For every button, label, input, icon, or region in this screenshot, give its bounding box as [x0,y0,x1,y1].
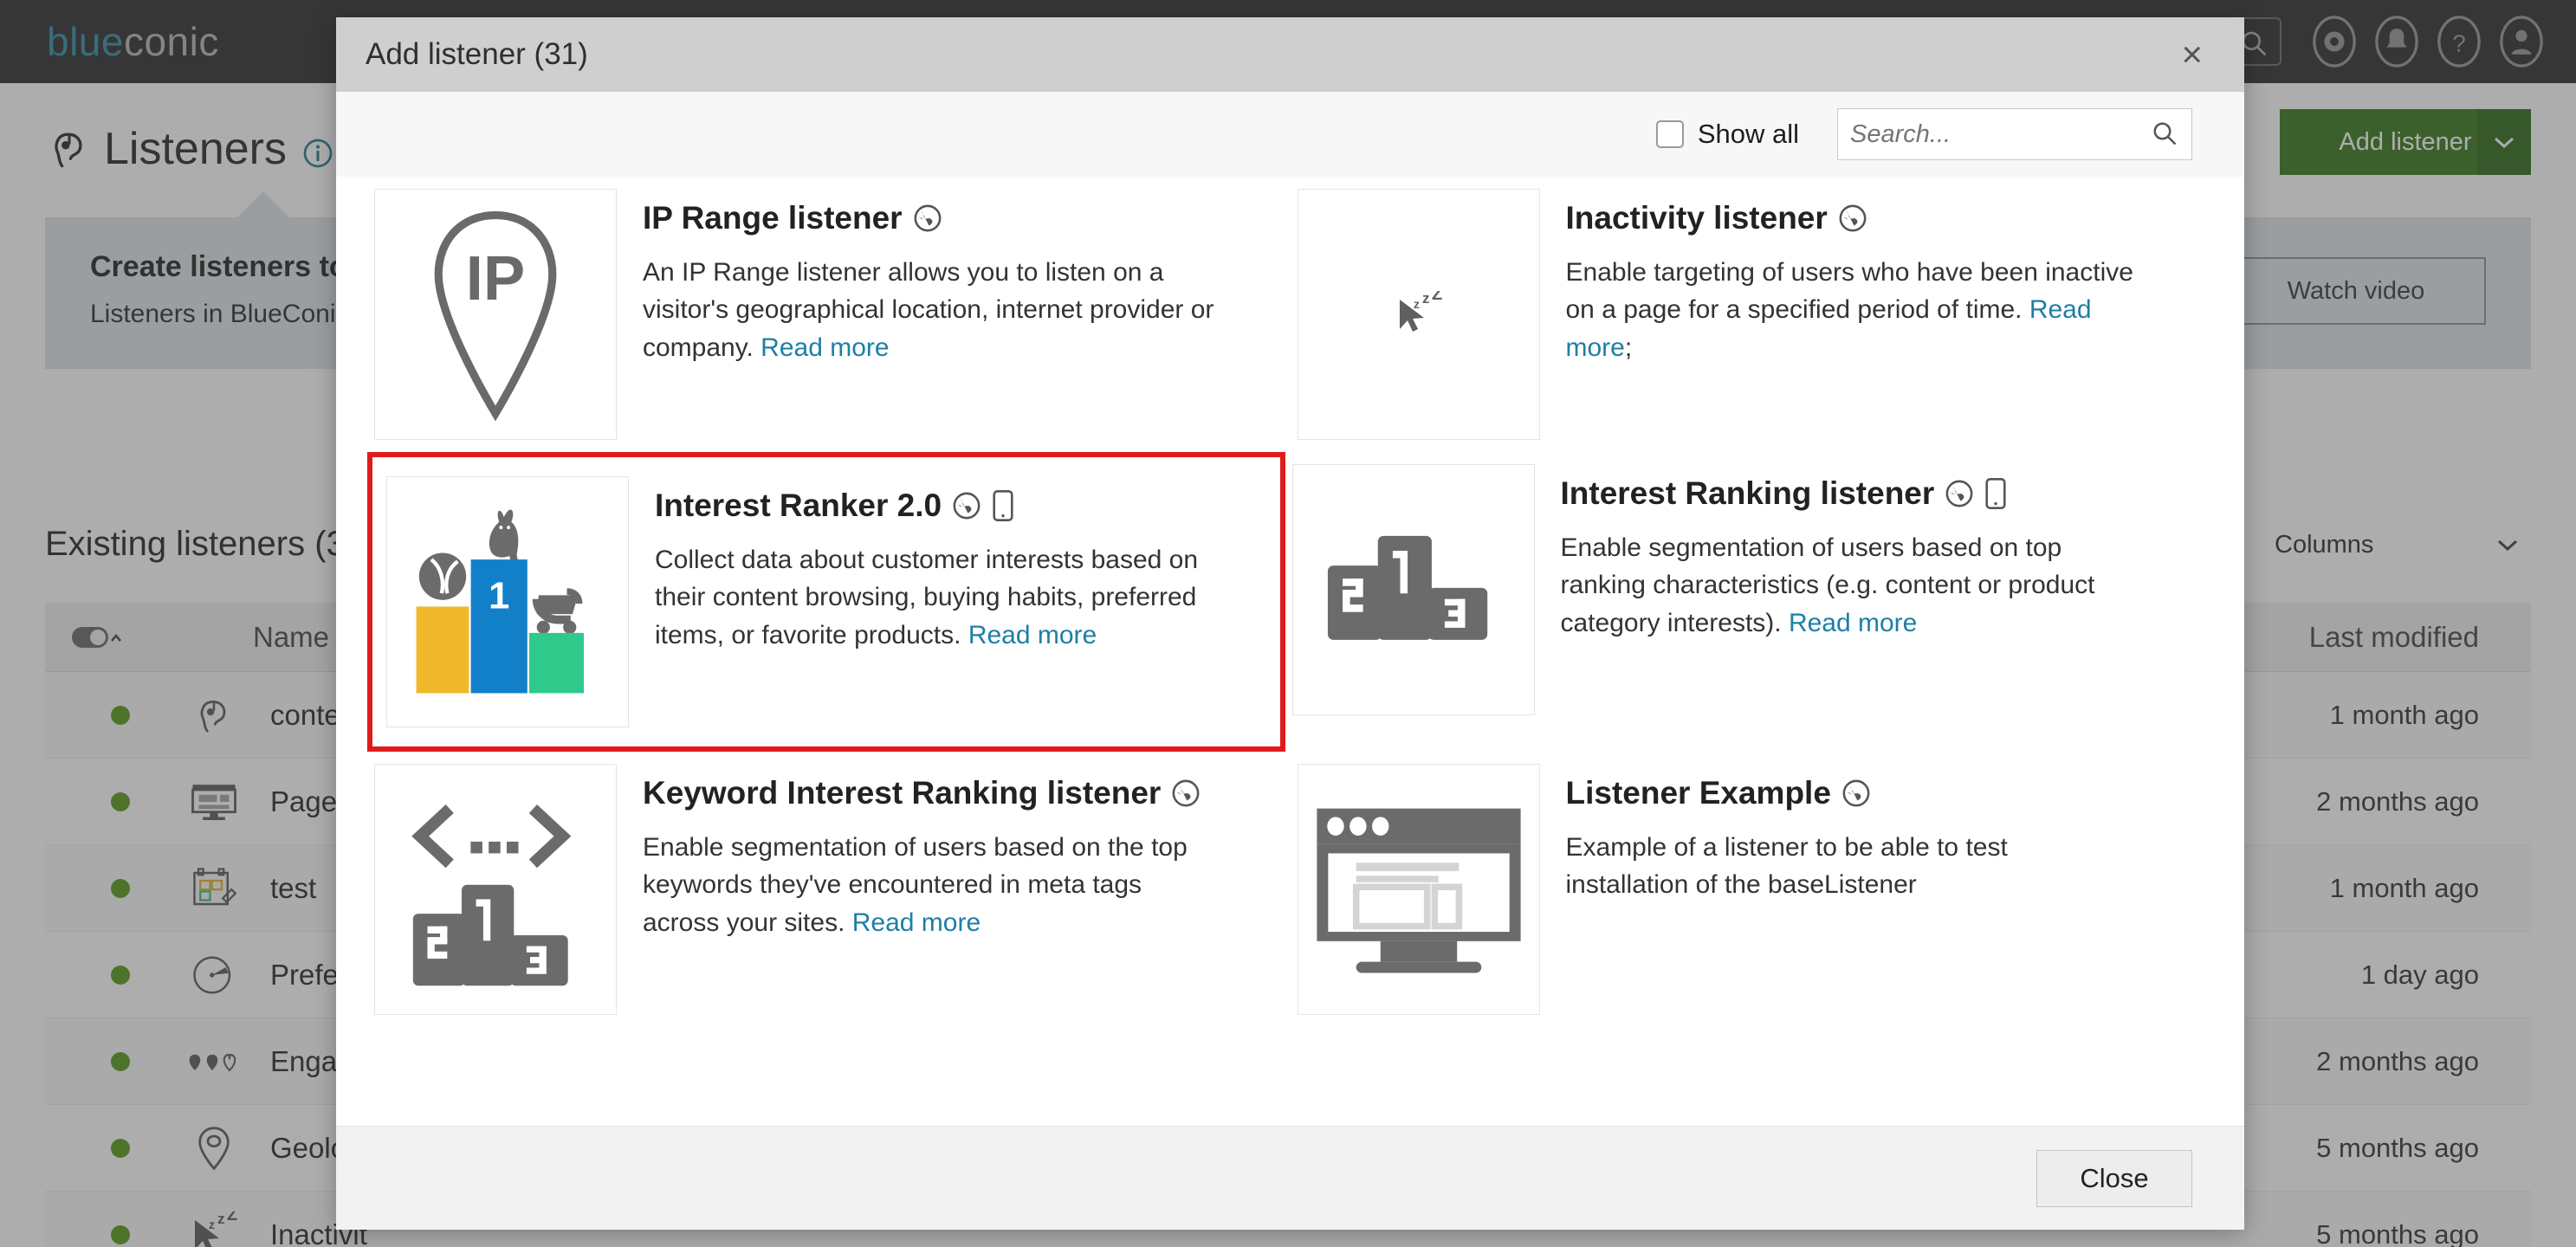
modal-title: Add listener (31) [366,37,588,71]
globe-icon [914,204,941,232]
listener-description: An IP Range listener allows you to liste… [643,257,1214,362]
listener-thumbnail [1291,464,1535,715]
listener-thumbnail: 1 [386,476,629,727]
listener-card[interactable]: zzZ Inactivity listener Enable targeting… [1291,177,2214,452]
listener-title-text: Interest Ranking listener [1560,475,1935,511]
listener-description: Enable segmentation of users based on th… [643,832,1188,937]
search-icon [2153,122,2177,145]
listener-title-text: Keyword Interest Ranking listener [643,775,1162,811]
search-input[interactable] [1850,120,2136,149]
listener-thumbnail: zzZ [1297,189,1540,440]
globe-icon [1172,779,1200,807]
close-button[interactable]: Close [2036,1149,2192,1207]
show-all-toggle[interactable]: Show all [1655,119,1799,150]
listener-description: Collect data about customer interests ba… [655,545,1199,649]
listener-card-text: Keyword Interest Ranking listener Enable… [617,764,1277,941]
globe-icon [1945,480,1973,507]
listener-title: Interest Ranking listener [1560,475,2195,512]
listener-card[interactable]: Keyword Interest Ranking listener Enable… [367,752,1291,1027]
listener-thumbnail [1297,764,1540,1015]
listener-search-box[interactable] [1837,108,2192,160]
listener-title: Interest Ranker 2.0 [655,488,1261,524]
listener-title-text: Listener Example [1565,775,1831,811]
mobile-icon [993,490,1013,522]
read-more-link[interactable]: Read more [761,333,889,362]
listener-card[interactable]: Listener Example Example of a listener t… [1291,752,2214,1027]
listener-description: Enable segmentation of users based on to… [1560,533,2095,637]
listener-card[interactable]: Interest Ranking listener Enable segment… [1285,452,2209,752]
modal-toolbar: Show all [336,92,2244,177]
listener-card[interactable]: 1 Interest Ranker 2.0 Collect data about… [367,452,1285,752]
listener-title: IP Range listener [643,200,1277,236]
screen: blueconic Listeners ? List [0,0,2576,1247]
listener-description: Example of a listener to be able to test… [1565,832,2008,900]
listener-title-text: Interest Ranker 2.0 [655,488,942,523]
svg-text:z: z [1414,297,1420,311]
listener-title: Listener Example [1565,775,2200,811]
modal-header: Add listener (31) × [336,17,2244,92]
close-icon[interactable]: × [2169,33,2215,76]
svg-text:z: z [1422,291,1430,307]
show-all-checkbox[interactable] [1655,120,1684,148]
listener-card-text: Interest Ranker 2.0 Collect data about c… [629,476,1261,654]
listener-title-text: Inactivity listener [1565,200,1828,236]
listener-title-text: IP Range listener [643,200,903,236]
read-more-link[interactable]: Read more [968,621,1097,649]
svg-text:IP: IP [466,243,525,313]
listener-title: Inactivity listener [1565,200,2200,236]
listener-thumbnail: IP [374,189,617,440]
add-listener-modal: Add listener (31) × Show all IP IP Range… [336,17,2244,1230]
listener-card-text: Interest Ranking listener Enable segment… [1535,464,2195,642]
svg-text:1: 1 [489,576,509,617]
listener-card[interactable]: IP IP Range listener An IP Range listene… [367,177,1291,452]
globe-icon [1839,204,1867,232]
listener-list: IP IP Range listener An IP Range listene… [336,177,2244,1126]
listener-description: Enable targeting of users who have been … [1565,257,2133,362]
listener-card-text: IP Range listener An IP Range listener a… [617,189,1277,366]
mobile-icon [1985,478,2006,510]
read-more-link[interactable]: Read more [852,908,981,937]
listener-title: Keyword Interest Ranking listener [643,775,1277,811]
globe-icon [1842,779,1870,807]
show-all-label: Show all [1697,119,1799,149]
modal-footer: Close [336,1126,2244,1230]
read-more-link[interactable]: Read more [1789,609,1917,637]
globe-icon [953,492,981,520]
read-more-link[interactable]: Read more [1566,295,2092,362]
listener-card-text: Listener Example Example of a listener t… [1540,764,2200,904]
listener-thumbnail [374,764,617,1015]
listener-card-grid: IP IP Range listener An IP Range listene… [367,177,2213,1027]
listener-card-text: Inactivity listener Enable targeting of … [1540,189,2200,366]
svg-text:Z: Z [1432,291,1442,304]
